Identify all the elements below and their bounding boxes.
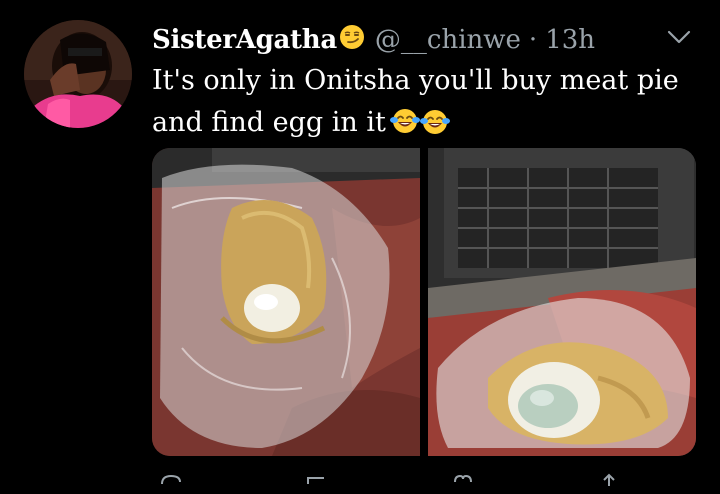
separator-dot: · xyxy=(528,25,538,55)
media-photo-1[interactable] xyxy=(152,148,420,456)
display-name[interactable]: SisterAgatha xyxy=(152,25,337,55)
timestamp[interactable]: 13h xyxy=(545,25,595,55)
avatar-photo xyxy=(24,20,132,128)
tweet-text-line-2: and find egg in it xyxy=(152,102,712,148)
tweet-text-line-1: It's only in Onitsha you'll buy meat pie xyxy=(152,65,679,96)
retweet-icon[interactable] xyxy=(302,470,332,490)
tweet-header: SisterAgatha @__chinwe · 13h xyxy=(152,20,595,60)
reply-icon[interactable] xyxy=(156,470,186,490)
tweet-media xyxy=(152,148,696,456)
avatar[interactable] xyxy=(24,20,132,128)
like-icon[interactable] xyxy=(448,470,478,490)
share-icon[interactable] xyxy=(594,470,624,490)
chevron-down-icon[interactable] xyxy=(664,26,694,48)
media-photo-2[interactable] xyxy=(428,148,696,456)
tweet-actions xyxy=(152,470,672,490)
tweet-text: It's only in Onitsha you'll buy meat pie… xyxy=(152,60,712,148)
face-with-tears-of-joy-emoji-icon xyxy=(419,103,450,145)
smirking-face-emoji-icon xyxy=(339,24,365,57)
tweet-text-line-2-text: and find egg in it xyxy=(152,107,386,138)
user-handle[interactable]: @__chinwe xyxy=(375,25,521,55)
face-with-tears-of-joy-emoji-icon xyxy=(389,106,420,148)
